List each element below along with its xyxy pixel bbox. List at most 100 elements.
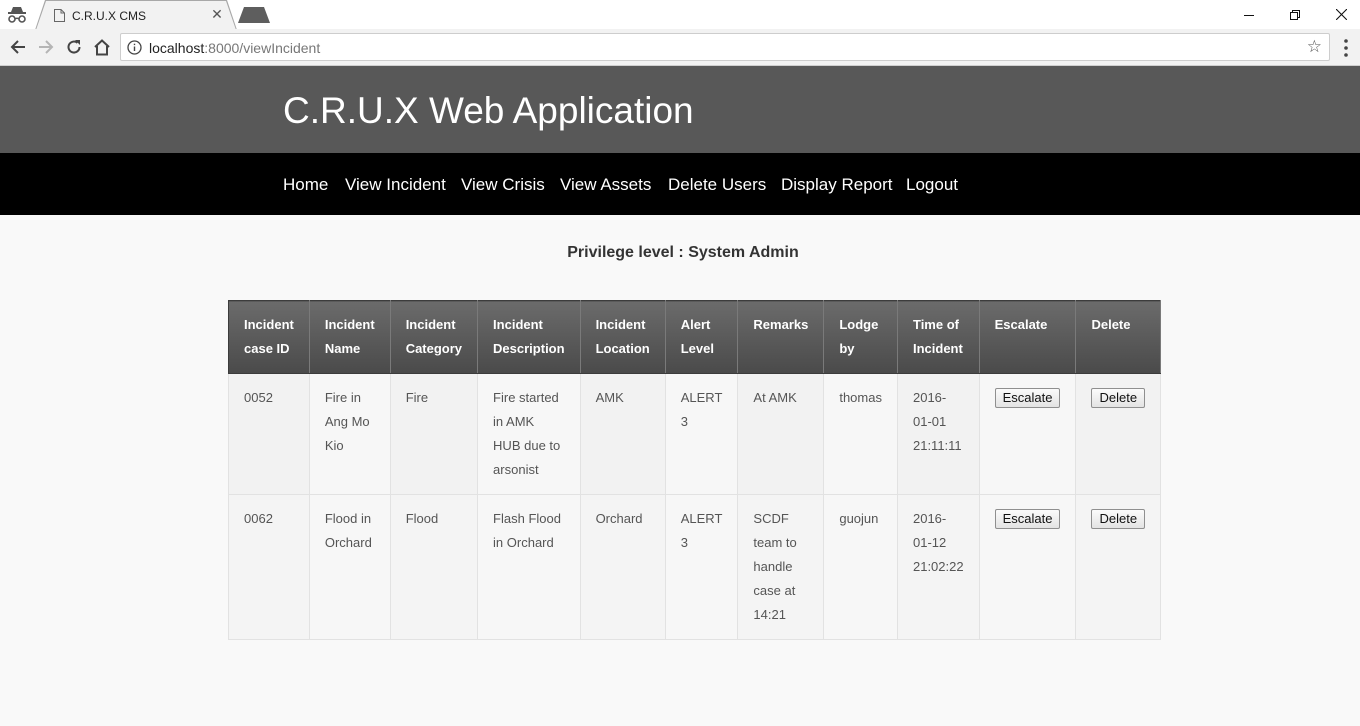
cell-time: 2016- 01-12 21:02:22 (896, 494, 980, 640)
cell-text: case at (753, 583, 796, 598)
column-header: Time of Incident (896, 300, 980, 374)
nav-display-report[interactable]: Display Report (781, 175, 893, 195)
close-window-button[interactable] (1318, 0, 1360, 29)
restore-button[interactable] (1272, 0, 1318, 29)
table-header: Incident case ID Incident Name Incident Categ… (228, 300, 1162, 374)
main-nav: Home View Incident View Crisis View Asse… (0, 153, 1360, 215)
back-button[interactable] (7, 36, 29, 58)
cell-text: Fire started (493, 390, 559, 405)
cell-text: Ang Mo (324, 414, 370, 429)
arrow-right-icon (39, 40, 54, 54)
column-header-text: Time of (912, 317, 959, 332)
cell-text: HUB due to (493, 438, 561, 453)
forward-button[interactable] (35, 36, 57, 58)
info-icon (127, 40, 142, 55)
cell-remarks: At AMK (737, 373, 825, 495)
column-header-text: Description (493, 341, 565, 356)
reload-button[interactable] (63, 36, 85, 58)
cell-text: 21:02:22 (912, 559, 964, 574)
browser-titlebar: C.R.U.X CMS ✕ (0, 0, 1360, 30)
nav-home[interactable]: Home (283, 175, 328, 195)
cell-case-id: 0062 (228, 494, 310, 640)
menu-dots-icon[interactable] (1343, 38, 1349, 58)
tab-title: C.R.U.X CMS (72, 9, 147, 23)
cell-description: Fire started in AMK HUB due to arsonist (477, 373, 581, 495)
new-tab-button[interactable] (238, 7, 270, 23)
column-header-text: Alert (680, 317, 711, 332)
column-header-text: Remarks (753, 317, 809, 332)
cell-remarks: SCDF team to handle case at 14:21 (737, 494, 825, 640)
table-body: 0052 Fire in Ang Mo Kio Fire Fire started in A… (228, 373, 1162, 640)
browser-tab-active[interactable]: C.R.U.X CMS ✕ (36, 1, 236, 30)
cell-text: team to (753, 535, 797, 550)
column-header-text: Incident (912, 341, 963, 356)
column-header-text: Lodge (839, 317, 879, 332)
minimize-button[interactable] (1226, 0, 1272, 29)
column-header-text: Category (405, 341, 463, 356)
column-header-text: Incident (324, 317, 375, 332)
cell-name: Flood in Orchard (308, 494, 391, 640)
nav-logout[interactable]: Logout (906, 175, 958, 195)
cell-location: Orchard (579, 494, 666, 640)
cell-alert: ALERT 3 (664, 494, 739, 640)
url-host: localhost (149, 40, 205, 56)
reload-icon (67, 40, 81, 54)
cell-delete: Delete (1075, 373, 1162, 495)
column-header: Incident Category (389, 300, 479, 374)
cell-text: ALERT (680, 511, 723, 526)
cell-text: 0062 (244, 511, 273, 526)
column-header: Remarks (737, 300, 825, 374)
column-header-text: Delete (1091, 317, 1131, 332)
cell-text: 21:11:11 (912, 438, 962, 453)
cell-text: ALERT (680, 390, 723, 405)
column-header: Incident Location (579, 300, 666, 374)
nav-delete-users[interactable]: Delete Users (668, 175, 766, 195)
cell-text: 3 (680, 535, 688, 550)
minimize-icon (1244, 14, 1254, 16)
cell-lodge-by: thomas (823, 373, 898, 495)
cell-text: 01-01 (912, 414, 947, 429)
column-header-text: Incident (244, 317, 294, 332)
cell-text: 01-12 (912, 535, 947, 550)
cell-text: Orchard (324, 535, 372, 550)
cell-delete: Delete (1075, 494, 1162, 640)
incognito-icon (8, 7, 26, 23)
delete-button[interactable]: Delete (1091, 388, 1146, 408)
cell-text: in Orchard (493, 535, 554, 550)
column-header: Escalate (978, 300, 1077, 374)
nav-view-assets[interactable]: View Assets (560, 175, 651, 195)
cell-text: At AMK (753, 390, 797, 405)
cell-text: guojun (839, 511, 879, 526)
cell-text: 3 (680, 414, 688, 429)
cell-text: AMK (595, 390, 624, 405)
cell-text: Flood (405, 511, 439, 526)
column-header-text: by (839, 341, 855, 356)
tab-close-icon[interactable]: ✕ (210, 7, 224, 21)
column-header-text: Incident (493, 317, 543, 332)
home-button[interactable] (91, 36, 113, 58)
page-icon (54, 9, 65, 22)
nav-view-incident[interactable]: View Incident (345, 175, 446, 195)
restore-icon (1290, 9, 1300, 20)
url-text: localhost:8000/viewIncident (149, 40, 320, 56)
cell-case-id: 0052 (228, 373, 310, 495)
cell-location: AMK (579, 373, 666, 495)
delete-button[interactable]: Delete (1091, 509, 1146, 529)
cell-text: 2016- (912, 511, 947, 526)
table-row: 0062 Flood in Orchard Flood Flash Flood in Or… (228, 494, 1162, 640)
cell-text: 14:21 (753, 607, 786, 622)
cell-text: thomas (839, 390, 882, 405)
header-row: Incident case ID Incident Name Incident Categ… (228, 300, 1162, 374)
address-bar[interactable]: localhost:8000/viewIncident ☆ (120, 33, 1330, 61)
column-header-text: Location (595, 341, 650, 356)
nav-view-crisis[interactable]: View Crisis (461, 175, 545, 195)
cell-text: 2016- (912, 390, 947, 405)
column-header: Lodge by (823, 300, 898, 374)
home-icon (94, 38, 110, 55)
escalate-button[interactable]: Escalate (994, 509, 1061, 529)
close-icon (1335, 9, 1347, 20)
column-header: Delete (1075, 300, 1162, 374)
bookmark-star-icon[interactable]: ☆ (1307, 38, 1322, 56)
escalate-button[interactable]: Escalate (994, 388, 1061, 408)
cell-category: Fire (389, 373, 479, 495)
